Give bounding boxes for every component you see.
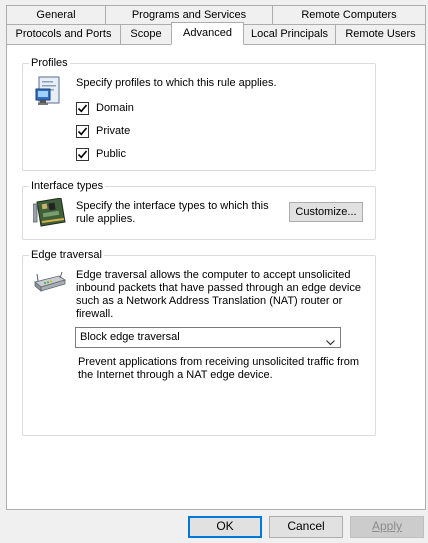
- interface-types-legend: Interface types: [29, 180, 106, 192]
- apply-button-label: Apply: [371, 519, 403, 533]
- profiles-legend: Profiles: [29, 57, 70, 69]
- checkmark-icon: [77, 150, 88, 159]
- profiles-group: Profiles Specify profiles to which this …: [22, 57, 376, 171]
- private-checkbox[interactable]: [76, 125, 89, 138]
- ok-button[interactable]: OK: [188, 516, 262, 538]
- public-checkbox[interactable]: [76, 148, 89, 161]
- public-checkbox-label: Public: [96, 148, 126, 160]
- ok-button-label: OK: [216, 519, 234, 533]
- tab-label: Local Principals: [250, 28, 329, 40]
- tab-label: Scope: [130, 28, 162, 40]
- cancel-button[interactable]: Cancel: [269, 516, 343, 538]
- edge-traversal-group: Edge traversal Edge traversal allows the…: [22, 249, 376, 436]
- edge-traversal-description-line1: Edge traversal allows the computer to ac…: [76, 269, 351, 281]
- tab-label: Protocols and Ports: [15, 28, 112, 40]
- tab-remote-computers[interactable]: Remote Computers: [272, 5, 426, 24]
- interface-types-group: Interface types Specify the interface ty…: [22, 180, 376, 240]
- router-icon: [33, 271, 67, 294]
- edge-traversal-description-line3: such as a Network Address Translation (N…: [76, 295, 343, 307]
- tab-label: Remote Computers: [301, 9, 397, 21]
- tab-remote-users[interactable]: Remote Users: [335, 24, 426, 44]
- edge-traversal-description-line4: firewall.: [76, 308, 114, 320]
- tab-advanced[interactable]: Advanced: [171, 22, 244, 45]
- edge-traversal-legend: Edge traversal: [29, 249, 104, 261]
- tab-protocols-and-ports[interactable]: Protocols and Ports: [6, 24, 121, 44]
- private-checkbox-label: Private: [96, 125, 131, 137]
- checkmark-icon: [77, 127, 88, 136]
- cancel-button-label: Cancel: [287, 519, 325, 533]
- edge-option-description-line1: Prevent applications from receiving unso…: [78, 356, 360, 368]
- tab-label: Programs and Services: [131, 9, 247, 21]
- domain-checkbox[interactable]: [76, 102, 89, 115]
- tab-label: Remote Users: [345, 28, 416, 40]
- tab-label: General: [36, 9, 76, 21]
- apply-button[interactable]: Apply: [350, 516, 424, 538]
- network-card-icon: [32, 197, 67, 228]
- tab-scope[interactable]: Scope: [120, 24, 172, 44]
- customize-button-label: Customize...: [295, 206, 357, 218]
- checkmark-icon: [77, 104, 88, 113]
- tab-general[interactable]: General: [6, 5, 106, 24]
- interface-types-description-line1: Specify the interface types to which thi…: [76, 200, 269, 212]
- customize-button[interactable]: Customize...: [289, 202, 363, 222]
- edge-traversal-description-line2: inbound packets that have passed through…: [76, 282, 361, 294]
- profiles-description: Specify profiles to which this rule appl…: [76, 77, 277, 89]
- tab-local-principals[interactable]: Local Principals: [243, 24, 336, 44]
- edge-traversal-selected-value: Block edge traversal: [80, 331, 180, 343]
- edge-traversal-select[interactable]: Block edge traversal: [75, 327, 341, 348]
- computer-profile-icon: [35, 76, 63, 108]
- chevron-down-icon: [326, 334, 335, 346]
- edge-option-description-line2: the Internet through a NAT edge device.: [78, 369, 273, 381]
- domain-checkbox-label: Domain: [96, 102, 134, 114]
- advanced-tab-panel: Profiles Specify profiles to which this …: [6, 44, 426, 510]
- interface-types-description-line2: rule applies.: [76, 213, 136, 225]
- tab-label: Advanced: [183, 27, 232, 39]
